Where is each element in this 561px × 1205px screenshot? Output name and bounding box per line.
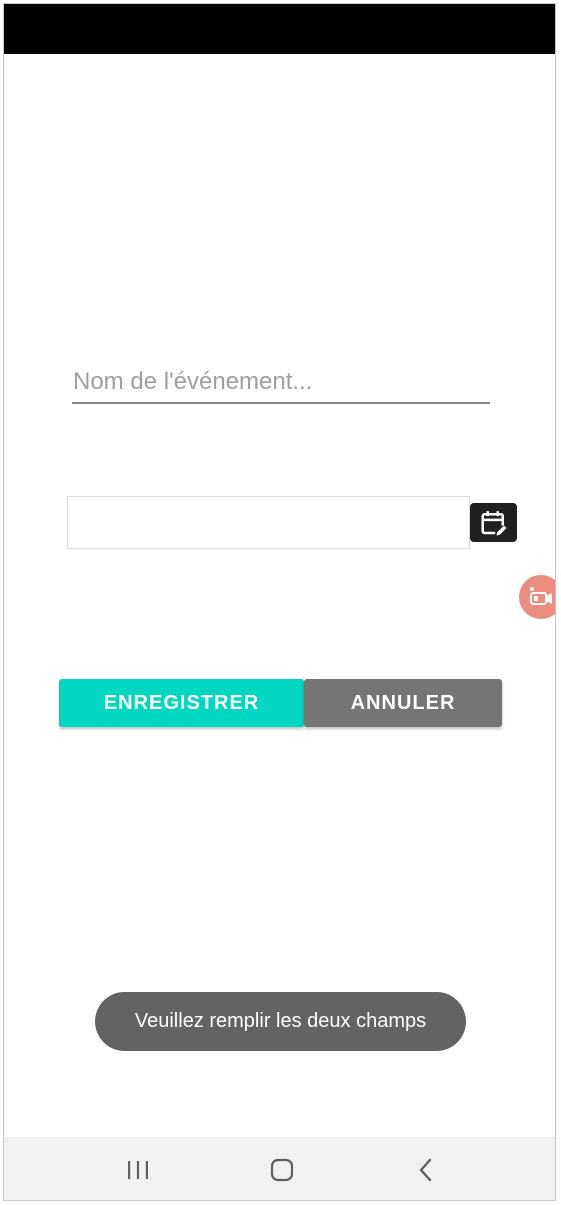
home-button[interactable] [252, 1137, 312, 1200]
calendar-edit-icon [481, 510, 506, 537]
save-button[interactable]: ENREGISTRER [59, 679, 304, 727]
back-icon [419, 1158, 432, 1181]
screen-record-icon [530, 587, 552, 605]
navigation-bar [4, 1137, 555, 1200]
calendar-button[interactable] [470, 503, 517, 542]
home-icon [270, 1158, 294, 1181]
event-name-placeholder: Nom de l'événement... [73, 368, 313, 395]
recent-apps-icon [128, 1160, 148, 1179]
screen-record-bubble[interactable] [519, 575, 555, 619]
toast-message: Veuillez remplir les deux champs [95, 992, 466, 1051]
event-name-input[interactable]: Nom de l'événement... [72, 364, 490, 404]
status-bar [4, 4, 555, 54]
back-button[interactable] [396, 1137, 456, 1200]
date-field[interactable] [67, 496, 470, 549]
cancel-button[interactable]: ANNULER [304, 679, 502, 727]
recent-apps-button[interactable] [108, 1137, 168, 1200]
phone-screen: Nom de l'événement... ENREGISTRER ANNULE… [3, 3, 556, 1201]
